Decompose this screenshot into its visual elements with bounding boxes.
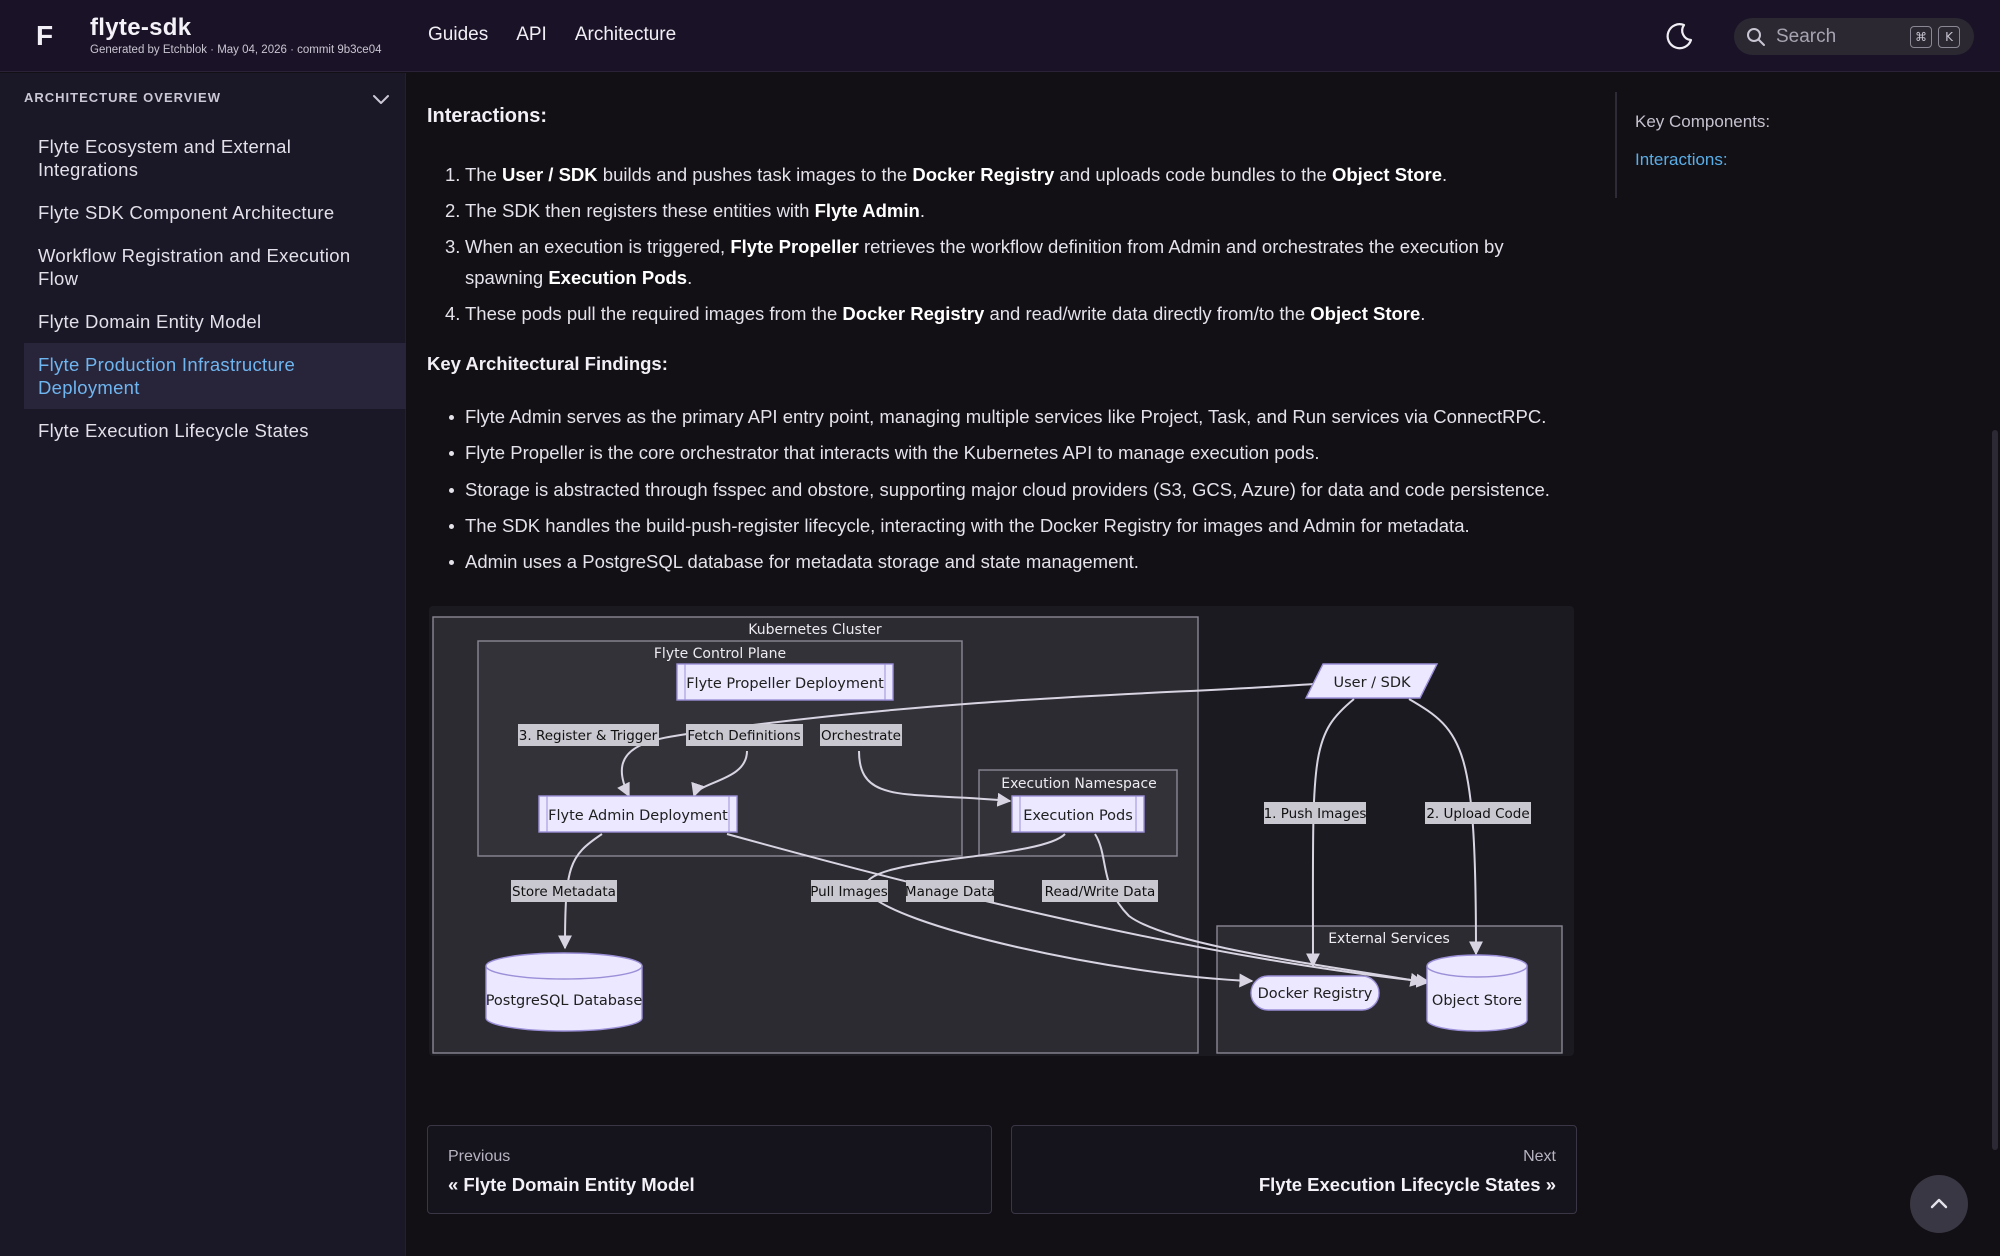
back-to-top-button[interactable] bbox=[1910, 1175, 1968, 1233]
finding-item: Flyte Admin serves as the primary API en… bbox=[427, 404, 1587, 430]
step-text: The User / SDK builds and pushes task im… bbox=[465, 164, 1448, 185]
interaction-step: 3. When an execution is triggered, Flyte … bbox=[427, 231, 1577, 293]
site-title[interactable]: flyte-sdk bbox=[90, 14, 191, 42]
search-icon bbox=[1747, 27, 1765, 46]
sidebar: ARCHITECTURE OVERVIEW Flyte Ecosystem an… bbox=[0, 73, 406, 1256]
step-number: 1. bbox=[445, 164, 461, 185]
findings-list: Flyte Admin serves as the primary API en… bbox=[427, 404, 1587, 585]
moon-icon[interactable] bbox=[1664, 20, 1696, 52]
sidebar-item-workflow-registration[interactable]: Workflow Registration and Execution Flow bbox=[24, 234, 406, 300]
prev-page-link[interactable]: Previous « Flyte Domain Entity Model bbox=[427, 1125, 992, 1214]
search-box[interactable]: Search ⌘ K bbox=[1734, 18, 1974, 55]
node-execution-pods: Execution Pods bbox=[1023, 808, 1133, 824]
edge-label-orchestrate: Orchestrate bbox=[821, 728, 901, 744]
sidebar-item-production-deployment[interactable]: Flyte Production Infrastructure Deployme… bbox=[24, 343, 406, 409]
search-input[interactable]: Search bbox=[1776, 26, 1904, 48]
nav-architecture[interactable]: Architecture bbox=[575, 24, 676, 46]
node-flyte-propeller: Flyte Propeller Deployment bbox=[686, 676, 884, 692]
sidebar-item-domain-model[interactable]: Flyte Domain Entity Model bbox=[24, 300, 406, 343]
sidebar-heading[interactable]: ARCHITECTURE OVERVIEW bbox=[24, 90, 221, 105]
toc-item-key-components[interactable]: Key Components: bbox=[1635, 110, 1770, 134]
finding-item: Admin uses a PostgreSQL database for met… bbox=[427, 549, 1587, 575]
interaction-step: 1. The User / SDK builds and pushes task … bbox=[427, 159, 1577, 190]
node-postgres: PostgreSQL Database bbox=[486, 993, 643, 1009]
nav-api[interactable]: API bbox=[516, 24, 547, 46]
findings-heading: Key Architectural Findings: bbox=[427, 353, 668, 374]
edge-label-upload-code: 2. Upload Code bbox=[1426, 806, 1529, 822]
chevron-up-icon bbox=[1930, 1198, 1948, 1209]
step-text: When an execution is triggered, Flyte Pr… bbox=[465, 236, 1504, 288]
cluster-label-kubernetes: Kubernetes Cluster bbox=[748, 622, 882, 638]
table-of-contents: Key Components: Interactions: bbox=[1615, 92, 1770, 198]
step-number: 3. bbox=[445, 236, 461, 257]
toc-item-interactions[interactable]: Interactions: bbox=[1635, 148, 1770, 172]
edge-label-store-metadata: Store Metadata bbox=[512, 884, 616, 900]
main-nav: Guides API Architecture bbox=[428, 24, 676, 46]
chevron-down-icon[interactable] bbox=[370, 89, 392, 111]
node-docker-registry: Docker Registry bbox=[1258, 986, 1373, 1002]
interaction-step: 4. These pods pull the required images fr… bbox=[427, 298, 1577, 329]
cluster-label-external-services: External Services bbox=[1328, 931, 1450, 947]
node-flyte-admin: Flyte Admin Deployment bbox=[548, 808, 728, 824]
sidebar-item-ecosystem[interactable]: Flyte Ecosystem and External Integration… bbox=[24, 125, 406, 191]
step-number: 2. bbox=[445, 200, 461, 221]
finding-item: Storage is abstracted through fsspec and… bbox=[427, 477, 1587, 503]
edge-label-pull-images: Pull Images bbox=[810, 884, 888, 900]
shortcut-cmd-key: ⌘ bbox=[1910, 25, 1932, 48]
shortcut-k-key: K bbox=[1938, 25, 1960, 48]
sidebar-item-lifecycle-states[interactable]: Flyte Execution Lifecycle States bbox=[24, 409, 406, 452]
cluster-label-control-plane: Flyte Control Plane bbox=[654, 646, 786, 662]
node-object-store: Object Store bbox=[1432, 993, 1522, 1009]
architecture-diagram: Kubernetes Cluster Flyte Control Plane E… bbox=[429, 606, 1574, 1056]
finding-item: Flyte Propeller is the core orchestrator… bbox=[427, 440, 1587, 466]
top-navbar: F flyte-sdk Generated by Etchblok · May … bbox=[0, 0, 2000, 72]
next-title: Flyte Execution Lifecycle States » bbox=[1258, 1174, 1556, 1195]
node-user-sdk: User / SDK bbox=[1333, 675, 1411, 691]
sidebar-list: Flyte Ecosystem and External Integration… bbox=[24, 125, 406, 452]
site-logo[interactable]: F bbox=[36, 20, 53, 52]
edge-label-read-write-data: Read/Write Data bbox=[1045, 884, 1156, 900]
interactions-list: 1. The User / SDK builds and pushes task … bbox=[427, 159, 1577, 334]
step-number: 4. bbox=[445, 303, 461, 324]
step-text: These pods pull the required images from… bbox=[465, 303, 1426, 324]
nav-guides[interactable]: Guides bbox=[428, 24, 488, 46]
next-label: Next bbox=[1523, 1148, 1556, 1165]
prev-label: Previous bbox=[448, 1148, 511, 1165]
cluster-label-execution-namespace: Execution Namespace bbox=[1001, 776, 1157, 792]
edge-label-fetch-definitions: Fetch Definitions bbox=[687, 728, 800, 744]
next-page-link[interactable]: Next Flyte Execution Lifecycle States » bbox=[1011, 1125, 1577, 1214]
interactions-heading: Interactions: bbox=[427, 105, 548, 127]
database-icon bbox=[485, 952, 643, 1032]
edge-label-push-images: 1. Push Images bbox=[1264, 806, 1367, 822]
edge-label-manage-data: Manage Data bbox=[905, 884, 995, 900]
prev-title: « Flyte Domain Entity Model bbox=[448, 1174, 695, 1195]
interaction-step: 2. The SDK then registers these entities … bbox=[427, 195, 1577, 226]
scrollbar[interactable] bbox=[1992, 430, 1998, 1150]
edge-label-register-trigger: 3. Register & Trigger bbox=[519, 728, 658, 744]
site-meta: Generated by Etchblok · May 04, 2026 · c… bbox=[90, 44, 382, 56]
step-text: The SDK then registers these entities wi… bbox=[465, 200, 925, 221]
finding-item: The SDK handles the build-push-register … bbox=[427, 513, 1587, 539]
sidebar-item-sdk-components[interactable]: Flyte SDK Component Architecture bbox=[24, 191, 406, 234]
